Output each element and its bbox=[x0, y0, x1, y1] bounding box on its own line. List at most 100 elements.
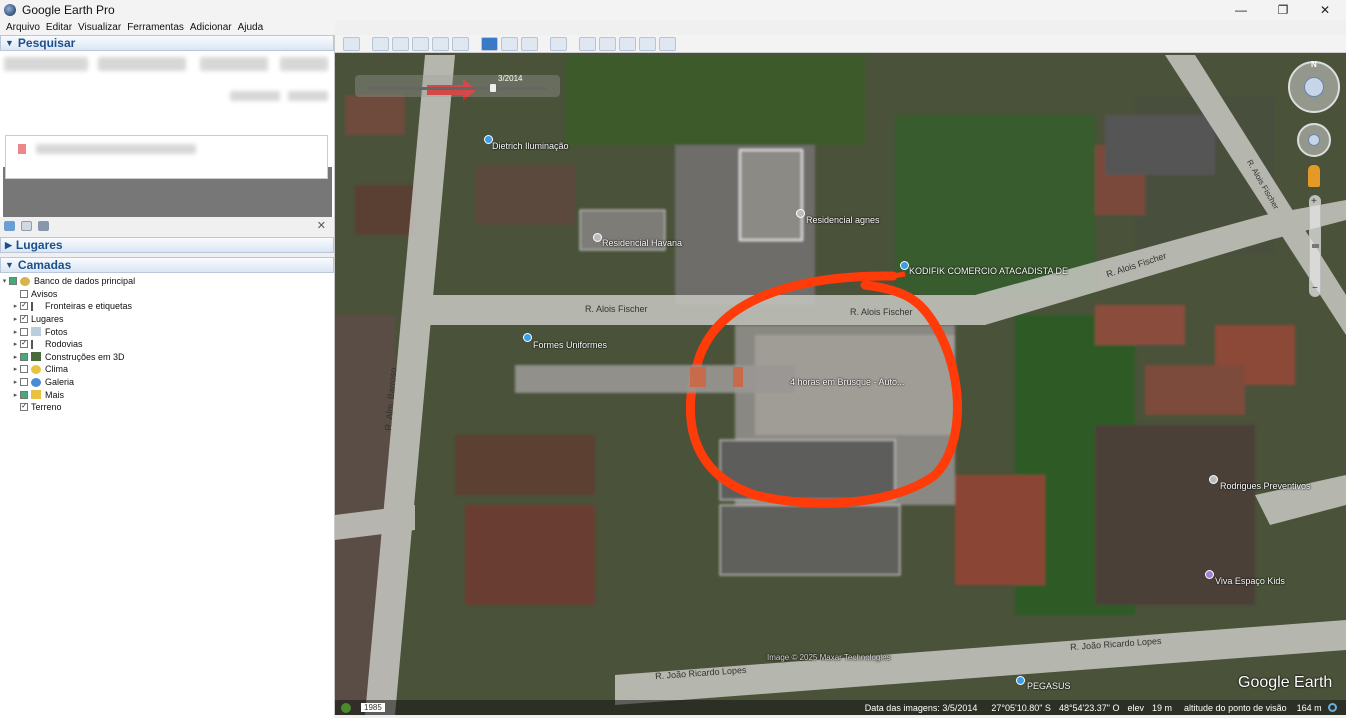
layer-row-rodovias[interactable]: ▸ ✓ Rodovias bbox=[0, 338, 334, 351]
zoom-in-icon[interactable]: + bbox=[1311, 196, 1317, 207]
expander-icon[interactable]: ▸ bbox=[11, 365, 20, 373]
layer-checkbox[interactable] bbox=[20, 390, 28, 399]
menu-adicionar[interactable]: Adicionar bbox=[190, 22, 232, 33]
redacted-result-item[interactable] bbox=[36, 144, 196, 154]
label-formes-uniformes[interactable]: Formes Uniformes bbox=[533, 340, 607, 350]
redacted-search-input[interactable] bbox=[98, 57, 186, 71]
layer-checkbox[interactable] bbox=[20, 327, 28, 336]
expander-icon[interactable]: ▸ bbox=[11, 302, 20, 310]
view-in-maps-icon[interactable] bbox=[639, 36, 656, 51]
layer-checkbox[interactable] bbox=[20, 289, 28, 298]
label-business-redacted[interactable]: 4 horas em Brusque - Auto... bbox=[790, 377, 905, 387]
label-residencial-agnes[interactable]: Residencial agnes bbox=[806, 215, 880, 225]
redacted-search-input[interactable] bbox=[4, 57, 88, 71]
place-pin-icon[interactable] bbox=[523, 333, 532, 342]
add-path-icon[interactable] bbox=[412, 36, 429, 51]
label-dietrich[interactable]: Dietrich Iluminação bbox=[492, 141, 569, 151]
move-joystick[interactable] bbox=[1297, 123, 1331, 157]
layer-checkbox[interactable]: ✓ bbox=[20, 403, 28, 412]
layer-row-terreno[interactable]: ✓ Terreno bbox=[0, 401, 334, 414]
label-viva-espaco-kids[interactable]: Viva Espaço Kids bbox=[1215, 576, 1285, 586]
places-panel-header[interactable]: ▶ Lugares bbox=[0, 237, 334, 253]
layer-checkbox[interactable] bbox=[20, 352, 28, 361]
layer-row-fronteiras[interactable]: ▸ ✓ Fronteiras e etiquetas bbox=[0, 300, 334, 313]
place-pin-icon[interactable] bbox=[1209, 475, 1218, 484]
expander-icon[interactable]: ▸ bbox=[11, 391, 20, 399]
time-slider[interactable]: 3/2014 bbox=[355, 74, 560, 97]
menu-ferramentas[interactable]: Ferramentas bbox=[127, 22, 184, 33]
layer-checkbox[interactable]: ✓ bbox=[20, 315, 28, 324]
close-button[interactable]: ✕ bbox=[1304, 0, 1346, 20]
layer-row-fotos[interactable]: ▸ Fotos bbox=[0, 325, 334, 338]
layer-row-main-db[interactable]: ▾ Banco de dados principal bbox=[0, 275, 334, 288]
map-view[interactable]: 3/2014 Dietrich Iluminação Residencial a… bbox=[335, 35, 1346, 715]
ruler-icon[interactable] bbox=[550, 36, 567, 51]
redacted-link[interactable] bbox=[288, 91, 328, 101]
place-pin-icon[interactable] bbox=[593, 233, 602, 242]
menu-arquivo[interactable]: Arquivo bbox=[6, 22, 40, 33]
time-slider-track[interactable] bbox=[367, 87, 547, 90]
sunlight-icon[interactable] bbox=[501, 36, 518, 51]
time-slider-thumb[interactable] bbox=[489, 83, 497, 93]
place-pin-icon[interactable] bbox=[900, 261, 909, 270]
layer-checkbox[interactable]: ✓ bbox=[20, 340, 28, 349]
add-overlay-icon[interactable] bbox=[432, 36, 449, 51]
add-polygon-icon[interactable] bbox=[392, 36, 409, 51]
zoom-slider[interactable]: + − bbox=[1309, 195, 1321, 297]
redacted-search-button[interactable] bbox=[280, 57, 328, 71]
close-icon[interactable]: ✕ bbox=[317, 219, 326, 232]
record-tour-icon[interactable] bbox=[452, 36, 469, 51]
look-joystick-center[interactable] bbox=[1304, 77, 1324, 97]
search-panel-header[interactable]: ▼ Pesquisar bbox=[0, 35, 334, 51]
expander-icon[interactable]: ▸ bbox=[11, 328, 20, 336]
expander-icon[interactable]: ▸ bbox=[11, 353, 20, 361]
print-icon[interactable] bbox=[38, 221, 49, 231]
minimize-button[interactable]: — bbox=[1220, 0, 1262, 20]
place-pin-icon[interactable] bbox=[1016, 676, 1025, 685]
redacted-search-input[interactable] bbox=[200, 57, 268, 71]
street-view-pegman-icon[interactable] bbox=[1308, 165, 1320, 187]
menu-ajuda[interactable]: Ajuda bbox=[238, 22, 264, 33]
historical-imagery-icon[interactable] bbox=[481, 36, 498, 51]
menu-visualizar[interactable]: Visualizar bbox=[78, 22, 121, 33]
menu-editar[interactable]: Editar bbox=[46, 22, 72, 33]
expander-icon[interactable]: ▸ bbox=[11, 315, 20, 323]
expander-icon[interactable]: ▾ bbox=[0, 277, 9, 285]
label-residencial-havana[interactable]: Residencial Havana bbox=[602, 238, 682, 248]
compass-north-indicator[interactable]: N bbox=[1311, 60, 1317, 69]
layer-row-lugares[interactable]: ▸ ✓ Lugares bbox=[0, 313, 334, 326]
save-image-icon[interactable] bbox=[619, 36, 636, 51]
layer-row-mais[interactable]: ▸ Mais bbox=[0, 388, 334, 401]
label-kodifik[interactable]: KODIFIK COMERCIO ATACADISTA DE bbox=[909, 266, 1068, 276]
email-icon[interactable] bbox=[579, 36, 596, 51]
layer-checkbox[interactable] bbox=[9, 277, 17, 286]
expander-icon[interactable]: ▸ bbox=[11, 378, 20, 386]
label-rodrigues[interactable]: Rodrigues Preventivos bbox=[1220, 481, 1311, 491]
planets-icon[interactable] bbox=[521, 36, 538, 51]
redacted-link[interactable] bbox=[230, 91, 280, 101]
layer-checkbox[interactable]: ✓ bbox=[20, 302, 28, 311]
folder-icon[interactable] bbox=[4, 221, 15, 231]
zoom-slider-thumb[interactable] bbox=[1312, 244, 1319, 248]
move-joystick-center[interactable] bbox=[1308, 134, 1320, 146]
print-icon[interactable] bbox=[599, 36, 616, 51]
place-pin-icon[interactable] bbox=[796, 209, 805, 218]
layer-row-clima[interactable]: ▸ Clima bbox=[0, 363, 334, 376]
layer-row-avisos[interactable]: Avisos bbox=[0, 288, 334, 301]
copy-icon[interactable] bbox=[21, 221, 32, 231]
expander-icon[interactable]: ▸ bbox=[11, 340, 20, 348]
label-pegasus[interactable]: PEGASUS bbox=[1027, 681, 1071, 691]
look-joystick[interactable]: N bbox=[1288, 60, 1340, 113]
sidebar-toggle-icon[interactable] bbox=[343, 36, 360, 51]
add-placemark-icon[interactable] bbox=[372, 36, 389, 51]
layer-row-galeria[interactable]: ▸ Galeria bbox=[0, 376, 334, 389]
historical-year-box[interactable]: 1985 bbox=[361, 703, 385, 712]
earth-gallery-icon[interactable] bbox=[659, 36, 676, 51]
zoom-out-icon[interactable]: − bbox=[1312, 283, 1318, 294]
maximize-button[interactable]: ❐ bbox=[1262, 0, 1304, 20]
place-pin-icon[interactable] bbox=[1205, 570, 1214, 579]
layers-panel-header[interactable]: ▼ Camadas bbox=[0, 257, 334, 273]
layer-row-3d[interactable]: ▸ Construções em 3D bbox=[0, 351, 334, 364]
layer-checkbox[interactable] bbox=[20, 365, 28, 374]
layer-checkbox[interactable] bbox=[20, 378, 28, 387]
